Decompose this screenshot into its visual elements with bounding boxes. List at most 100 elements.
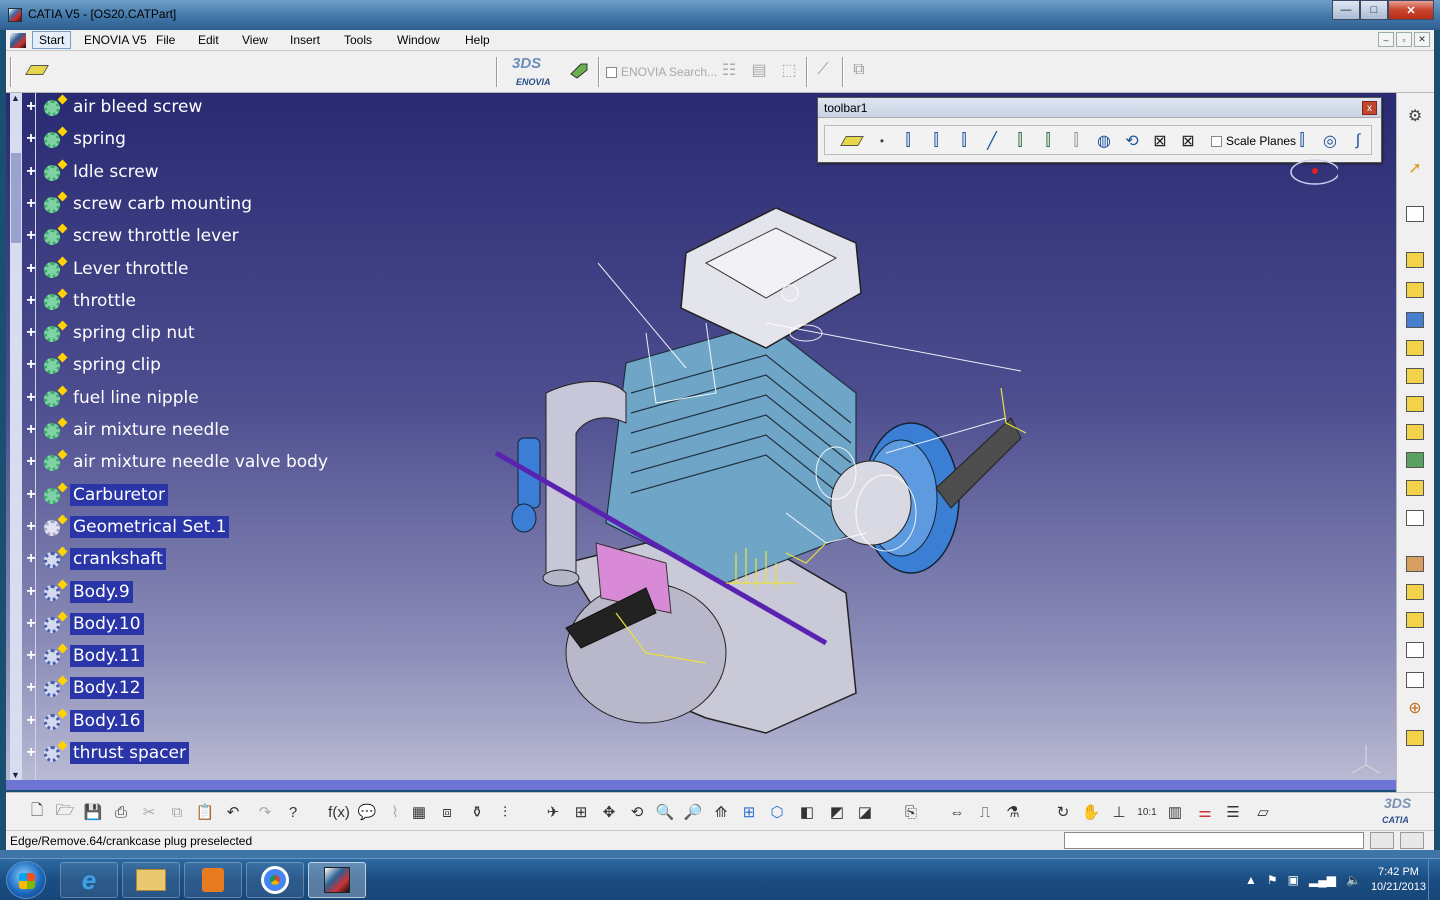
copy-geometry-icon[interactable]: ⧉ bbox=[848, 59, 870, 81]
geometrical-set-icon[interactable] bbox=[42, 514, 68, 538]
toolbar-grip[interactable] bbox=[598, 57, 600, 87]
catalog-icon[interactable]: ⧈ bbox=[436, 801, 458, 823]
body-icon[interactable] bbox=[42, 675, 68, 699]
volume-icon[interactable]: 🔈 bbox=[1346, 873, 1361, 887]
tree-item[interactable]: + spring bbox=[24, 126, 129, 151]
3d-viewport[interactable]: ▲ ▼ + air bleed screw + spring + Idle screw + s… bbox=[6, 93, 1396, 780]
body-icon[interactable] bbox=[42, 611, 68, 635]
knowledge-icon[interactable]: 💬 bbox=[356, 801, 378, 823]
part-body-icon[interactable] bbox=[42, 417, 68, 441]
tree-item[interactable]: + air bleed screw bbox=[24, 94, 205, 119]
tree-item[interactable]: + thrust spacer bbox=[24, 740, 189, 765]
law-icon[interactable]: ⌇ bbox=[384, 801, 406, 823]
plane-icon[interactable] bbox=[840, 130, 864, 152]
body-icon[interactable] bbox=[42, 740, 68, 764]
rib-icon[interactable] bbox=[1403, 393, 1427, 415]
stiffener-icon[interactable] bbox=[1403, 449, 1427, 471]
new-icon[interactable]: 🗋 bbox=[26, 801, 48, 823]
taskbar-media-player[interactable] bbox=[184, 862, 242, 898]
minimize-button[interactable]: — bbox=[1332, 0, 1360, 20]
pocket-icon[interactable] bbox=[1403, 279, 1427, 301]
apply-material-icon[interactable]: ⚱ bbox=[466, 801, 488, 823]
menu-insert[interactable]: Insert bbox=[290, 33, 320, 47]
tree-item[interactable]: + air mixture needle valve body bbox=[24, 449, 331, 474]
maximize-button[interactable]: □ bbox=[1360, 0, 1388, 20]
device-icon[interactable]: ▣ bbox=[1288, 873, 1299, 887]
menu-tools[interactable]: Tools bbox=[344, 33, 372, 47]
fit-all-icon[interactable]: ⊠ bbox=[1149, 130, 1171, 152]
enovia-search-checkbox[interactable] bbox=[606, 66, 617, 78]
print-icon[interactable]: ⎙ bbox=[110, 801, 132, 823]
part-body-icon[interactable] bbox=[42, 191, 68, 215]
menu-file[interactable]: File bbox=[156, 33, 175, 47]
scroll-down-icon[interactable]: ▼ bbox=[11, 770, 20, 780]
expand-icon[interactable]: + bbox=[24, 648, 38, 664]
taskbar-chrome[interactable] bbox=[246, 862, 304, 898]
tree-item-label[interactable]: Body.12 bbox=[70, 677, 144, 700]
shading-icon[interactable]: ◧ bbox=[796, 801, 818, 823]
expand-icon[interactable]: + bbox=[24, 454, 38, 470]
copy-icon[interactable]: ⧉ bbox=[166, 801, 188, 823]
target-icon[interactable]: ⊕ bbox=[1403, 697, 1427, 719]
tree-item-label[interactable]: Idle screw bbox=[70, 161, 162, 183]
sketch-icon[interactable] bbox=[1403, 203, 1427, 225]
flag-icon[interactable]: ⚑ bbox=[1267, 873, 1278, 887]
expand-icon[interactable]: + bbox=[24, 422, 38, 438]
gear-icon[interactable]: ⚙ bbox=[1403, 105, 1427, 127]
window-titlebar[interactable]: CATIA V5 - [OS20.CATPart] — □ ✕ bbox=[0, 0, 1440, 30]
measure-between-icon[interactable]: ⇔ bbox=[946, 801, 968, 823]
tree-item-label[interactable]: spring clip nut bbox=[70, 322, 198, 344]
section-icon[interactable]: ▥ bbox=[1164, 801, 1186, 823]
shaft-icon[interactable]: ⫿ bbox=[1065, 130, 1087, 152]
command-list-button[interactable] bbox=[1370, 832, 1394, 849]
taskbar-file-explorer[interactable] bbox=[122, 862, 180, 898]
start-button[interactable] bbox=[6, 861, 46, 899]
zoom-in-icon[interactable]: 🔍 bbox=[654, 801, 676, 823]
expand-icon[interactable]: + bbox=[24, 228, 38, 244]
expand-icon[interactable]: + bbox=[24, 131, 38, 147]
tree-item-label[interactable]: Lever throttle bbox=[70, 258, 192, 280]
hole-icon[interactable]: ◍ bbox=[1093, 130, 1115, 152]
tree-item[interactable]: + spring clip nut bbox=[24, 320, 198, 345]
taskbar-catia[interactable] bbox=[308, 862, 366, 898]
tree-scrollbar[interactable]: ▲ ▼ bbox=[10, 93, 22, 780]
fillet-icon[interactable] bbox=[1403, 553, 1427, 575]
pad-icon[interactable]: ⫿ bbox=[1009, 130, 1031, 152]
show-desktop-button[interactable] bbox=[1428, 859, 1440, 900]
expand-icon[interactable]: + bbox=[24, 357, 38, 373]
catia-app-icon[interactable] bbox=[8, 8, 22, 22]
menu-view[interactable]: View bbox=[242, 33, 268, 47]
document-minimize-button[interactable]: – bbox=[1378, 32, 1394, 47]
horizontal-scrollbar[interactable] bbox=[6, 780, 1396, 790]
pan-icon[interactable]: ✥ bbox=[598, 801, 620, 823]
part-body-icon[interactable] bbox=[42, 256, 68, 280]
body-icon[interactable] bbox=[42, 708, 68, 732]
body-icon[interactable] bbox=[42, 546, 68, 570]
tree-item-label[interactable]: throttle bbox=[70, 290, 139, 312]
spin-icon[interactable]: ↻ bbox=[1052, 801, 1074, 823]
tree-item[interactable]: + Body.12 bbox=[24, 675, 144, 700]
tree-item-label[interactable]: air mixture needle valve body bbox=[70, 451, 331, 473]
enovia-logo[interactable]: 3DS ENOVIA bbox=[506, 55, 566, 89]
pad-icon[interactable] bbox=[1403, 249, 1427, 271]
multi-view-icon[interactable]: ⊞ bbox=[738, 801, 760, 823]
expand-icon[interactable]: + bbox=[24, 195, 38, 211]
tree-item-label[interactable]: Body.16 bbox=[70, 709, 144, 732]
grab-icon[interactable]: ✋ bbox=[1080, 801, 1102, 823]
part-body-icon[interactable] bbox=[42, 352, 68, 376]
point-icon[interactable]: • bbox=[871, 130, 893, 152]
document-icon[interactable] bbox=[10, 33, 26, 48]
menu-edit[interactable]: Edit bbox=[198, 33, 219, 47]
hide-show-icon[interactable]: ◩ bbox=[826, 801, 848, 823]
pocket-icon[interactable]: ⫿ bbox=[1037, 130, 1059, 152]
compass-icon[interactable] bbox=[1282, 152, 1340, 188]
toolbar-grip[interactable] bbox=[496, 57, 498, 87]
shell-icon[interactable] bbox=[1403, 639, 1427, 661]
scale-planes-checkbox[interactable] bbox=[1211, 135, 1222, 147]
shaft-icon[interactable] bbox=[1403, 309, 1427, 331]
tree-item[interactable]: + crankshaft bbox=[24, 546, 166, 571]
list-icon[interactable]: ☰ bbox=[1222, 801, 1244, 823]
expand-icon[interactable]: + bbox=[24, 615, 38, 631]
toolbar-grip[interactable] bbox=[806, 57, 808, 87]
part-body-icon[interactable] bbox=[42, 449, 68, 473]
